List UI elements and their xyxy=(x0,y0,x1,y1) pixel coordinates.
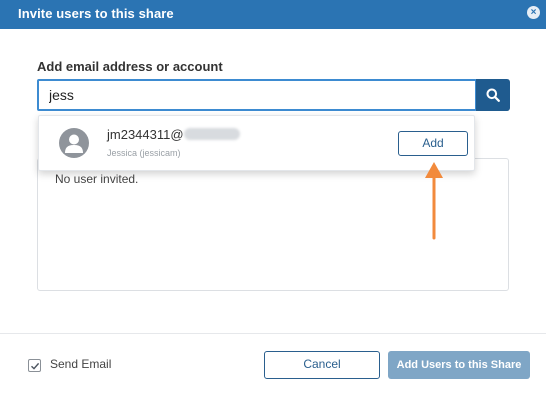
suggestion-user-name: jm2344311@ xyxy=(107,127,240,142)
cancel-button[interactable]: Cancel xyxy=(264,351,380,379)
suggestion-email: jm2344311@ xyxy=(107,127,184,142)
empty-state-text: No user invited. xyxy=(55,172,139,186)
search-button[interactable] xyxy=(476,79,510,111)
checkmark-icon xyxy=(30,362,39,370)
add-user-button[interactable]: Add xyxy=(398,131,468,156)
dialog-title: Invite users to this share xyxy=(18,6,174,21)
add-users-to-share-button[interactable]: Add Users to this Share xyxy=(388,351,530,379)
close-icon[interactable]: × xyxy=(527,6,540,19)
redacted-domain xyxy=(183,128,240,140)
add-email-label: Add email address or account xyxy=(37,59,223,74)
orange-arrow-annotation xyxy=(425,162,443,240)
suggestion-dropdown: jm2344311@ Jessica (jessicam) Add xyxy=(38,115,475,171)
dialog-titlebar: Invite users to this share × xyxy=(0,0,546,29)
suggestion-user-subtitle: Jessica (jessicam) xyxy=(107,148,181,158)
search-input[interactable] xyxy=(37,79,477,111)
search-icon xyxy=(486,88,500,102)
send-email-label: Send Email xyxy=(50,357,112,371)
user-avatar-icon xyxy=(59,128,89,158)
send-email-checkbox[interactable] xyxy=(28,359,41,372)
